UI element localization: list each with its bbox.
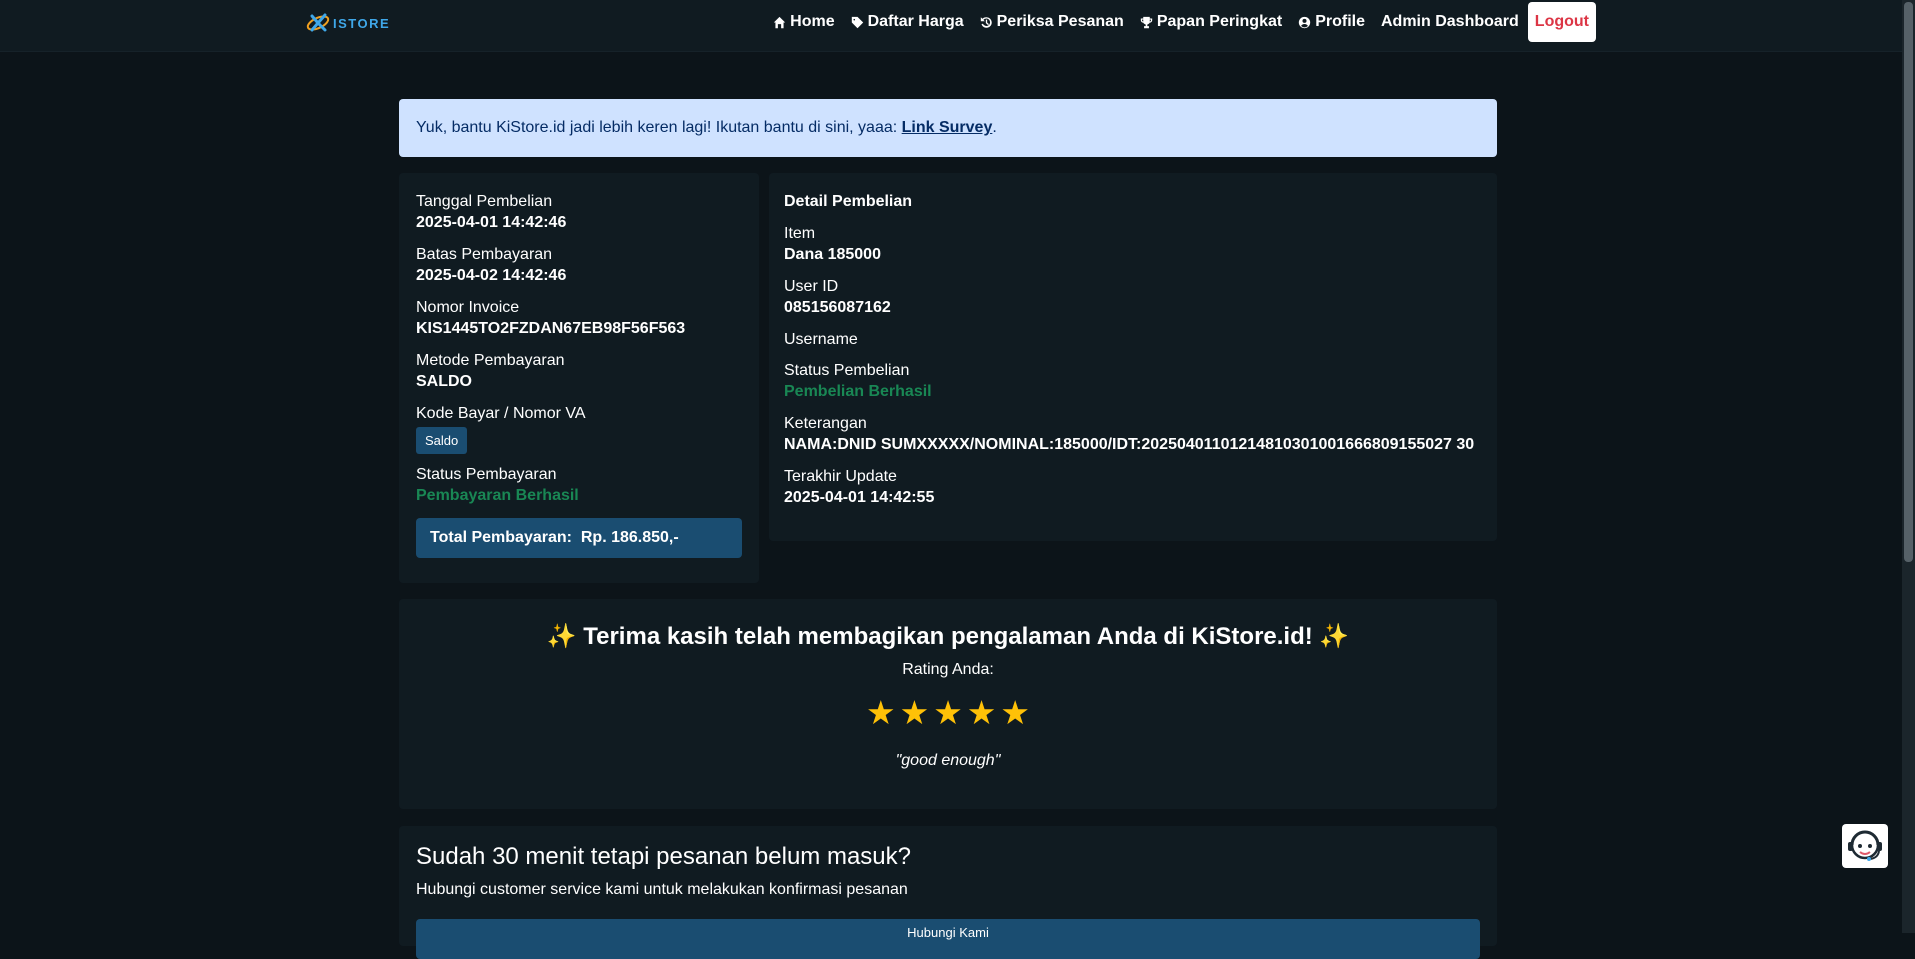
note-label: Keterangan <box>784 415 867 432</box>
nav-profile[interactable]: Profile <box>1298 13 1365 31</box>
nav-papan-peringkat[interactable]: Papan Peringkat <box>1140 13 1282 31</box>
logout-button[interactable]: Logout <box>1527 2 1596 42</box>
nav-admin-dashboard[interactable]: Admin Dashboard <box>1381 13 1519 31</box>
history-icon <box>980 16 992 28</box>
payment-info-card: Tanggal Pembelian 2025-04-01 14:42:46 Ba… <box>399 173 759 583</box>
purchase-date-field: Tanggal Pembelian 2025-04-01 14:42:46 <box>416 192 742 234</box>
detail-heading: Detail Pembelian <box>784 193 913 210</box>
star-icon: ★ <box>1000 694 1030 731</box>
nav-daftar-harga[interactable]: Daftar Harga <box>851 13 964 31</box>
payment-status-label: Status Pembayaran <box>416 466 557 483</box>
userid-field: User ID 085156087162 <box>784 277 1482 319</box>
rating-subtitle: Rating Anda: <box>902 661 994 678</box>
payment-status-field: Status Pembayaran Pembayaran Berhasil <box>416 465 742 507</box>
help-card: Sudah 30 menit tetapi pesanan belum masu… <box>399 826 1497 959</box>
nav-periksa-pesanan[interactable]: Periksa Pesanan <box>980 13 1124 31</box>
nav-papan-peringkat-label: Papan Peringkat <box>1156 13 1283 30</box>
pay-code-label: Kode Bayar / Nomor VA <box>416 405 586 422</box>
purchase-status-field: Status Pembelian Pembelian Berhasil <box>784 361 1482 403</box>
username-field: Username <box>784 330 1482 350</box>
tag-icon <box>851 16 863 28</box>
purchase-detail-card: Detail Pembelian Item Dana 185000 User I… <box>769 173 1497 541</box>
deadline-field: Batas Pembayaran 2025-04-02 14:42:46 <box>416 245 742 287</box>
pay-code-badge: Saldo <box>416 427 468 454</box>
review-text: "good enough" <box>895 752 1001 769</box>
star-icon: ★ <box>899 694 930 731</box>
rating-card: ✨ Terima kasih telah membagikan pengalam… <box>399 599 1497 809</box>
brand-logo[interactable]: ISTORE <box>305 11 390 35</box>
deadline-value: 2025-04-02 14:42:46 <box>416 267 567 284</box>
logo-text: ISTORE <box>333 15 391 31</box>
alert-message: Yuk, bantu KiStore.id jadi lebih keren l… <box>416 119 902 136</box>
nav-links: Home Daftar Harga Periksa Pesanan Papan … <box>757 0 1596 44</box>
help-title: Sudah 30 menit tetapi pesanan belum masu… <box>416 843 911 870</box>
invoice-field: Nomor Invoice KIS1445TO2FZDAN67EB98F56F5… <box>416 298 742 340</box>
purchase-date-value: 2025-04-01 14:42:46 <box>416 214 567 231</box>
item-value: Dana 185000 <box>784 246 881 263</box>
rating-title: ✨ Terima kasih telah membagikan pengalam… <box>546 623 1350 650</box>
userid-value: 085156087162 <box>784 299 891 316</box>
help-subtitle: Hubungi customer service kami untuk mela… <box>416 881 908 898</box>
total-payment-box: Total Pembayaran: Rp. 186.850,- <box>416 518 742 558</box>
username-label: Username <box>784 331 858 348</box>
nav-profile-label: Profile <box>1315 13 1365 30</box>
purchase-status-value: Pembelian Berhasil <box>784 383 932 400</box>
alert-suffix: . <box>992 119 997 136</box>
userid-label: User ID <box>784 278 839 295</box>
support-agent-icon <box>1848 830 1882 861</box>
page-scrollbar[interactable] <box>1902 0 1915 933</box>
invoice-label: Nomor Invoice <box>416 299 520 316</box>
payment-status-value: Pembayaran Berhasil <box>416 487 579 504</box>
updated-label: Terakhir Update <box>784 468 897 485</box>
total-payment-label: Total Pembayaran: <box>430 529 572 546</box>
pay-code-field: Kode Bayar / Nomor VA Saldo <box>416 404 742 454</box>
user-circle-icon <box>1299 16 1311 28</box>
updated-field: Terakhir Update 2025-04-01 14:42:55 <box>784 467 1482 509</box>
invoice-value: KIS1445TO2FZDAN67EB98F56F563 <box>416 320 686 337</box>
total-payment-value: Rp. 186.850,- <box>580 529 679 546</box>
alert-text: Yuk, bantu KiStore.id jadi lebih keren l… <box>416 119 997 137</box>
home-icon <box>773 16 786 28</box>
note-field: Keterangan NAMA:DNID SUMXXXXX/NOMINAL:18… <box>784 414 1482 456</box>
star-icon: ★ <box>866 694 896 731</box>
nav-home[interactable]: Home <box>773 13 835 31</box>
deadline-label: Batas Pembayaran <box>416 246 553 263</box>
survey-alert: Yuk, bantu KiStore.id jadi lebih keren l… <box>399 99 1497 157</box>
star-icon: ★ <box>966 694 997 731</box>
star-icon: ★ <box>933 694 963 731</box>
contact-us-button[interactable]: Hubungi Kami <box>416 919 1480 959</box>
nav-admin-dashboard-label: Admin Dashboard <box>1381 13 1519 30</box>
scrollbar-thumb[interactable] <box>1904 2 1913 562</box>
logo-mark-icon <box>306 13 330 32</box>
updated-value: 2025-04-01 14:42:55 <box>784 489 935 506</box>
trophy-icon <box>1140 16 1153 28</box>
method-value: SALDO <box>416 373 472 390</box>
item-field: Item Dana 185000 <box>784 224 1482 266</box>
customer-service-widget[interactable] <box>1842 824 1888 868</box>
method-field: Metode Pembayaran SALDO <box>416 351 742 393</box>
item-label: Item <box>784 225 816 242</box>
rating-stars: ★ ★ ★ ★ ★ <box>399 696 1497 730</box>
note-value: NAMA:DNID SUMXXXXX/NOMINAL:185000/IDT:20… <box>784 436 1475 453</box>
purchase-status-label: Status Pembelian <box>784 362 910 379</box>
nav-daftar-harga-label: Daftar Harga <box>867 13 964 30</box>
navbar: ISTORE Home Daftar Harga Periksa Pesanan… <box>0 0 1902 52</box>
purchase-date-label: Tanggal Pembelian <box>416 193 553 210</box>
nav-home-label: Home <box>790 13 835 30</box>
survey-link[interactable]: Link Survey <box>902 119 993 136</box>
method-label: Metode Pembayaran <box>416 352 565 369</box>
nav-periksa-pesanan-label: Periksa Pesanan <box>996 13 1124 30</box>
